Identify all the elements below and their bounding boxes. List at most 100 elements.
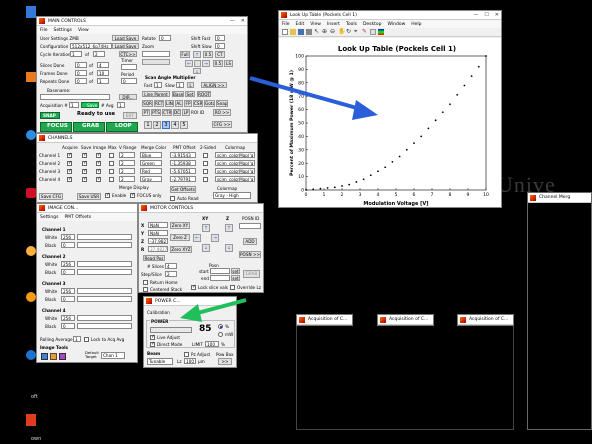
beam-select[interactable]: Tunable (147, 358, 173, 365)
y-field[interactable]: NaN (148, 230, 168, 236)
roi-sqr[interactable]: SQR (142, 100, 153, 107)
close-icon[interactable]: ✕ (241, 18, 245, 24)
z-down-button[interactable]: ↓ (225, 244, 233, 252)
black-slider[interactable] (77, 242, 132, 248)
page-button-1[interactable]: 1 (144, 121, 152, 129)
save-checkbox[interactable] (82, 176, 87, 182)
save-cfg-button[interactable]: Save CFG (39, 193, 63, 200)
black-slider[interactable] (77, 323, 132, 329)
roi-rct[interactable]: RCT (154, 100, 164, 107)
zoom-button-05b[interactable]: 0.5 (213, 60, 223, 67)
left-button[interactable]: ← (185, 60, 193, 67)
rotate-icon[interactable]: ↻ (346, 29, 352, 35)
vrange-select[interactable]: 2 (119, 152, 135, 158)
pow-box-more-button[interactable]: >> (218, 358, 232, 365)
desktop-icon[interactable] (26, 72, 36, 82)
calibration-menu[interactable]: Calibration (147, 310, 170, 315)
mw-radio[interactable] (218, 332, 223, 337)
acquisition-window-1[interactable]: Acquisition of C... (296, 314, 353, 326)
menu-pmt-offsets[interactable]: PMT Offsets (64, 215, 91, 220)
roi-al[interactable]: AL (175, 100, 183, 107)
avg-field[interactable]: 1 (117, 102, 125, 108)
slow-field[interactable]: 1 (176, 82, 184, 88)
two-sided-checkbox[interactable] (203, 161, 208, 166)
posn-id-field[interactable] (239, 223, 261, 229)
colormap-field[interactable]: scim_colorMap('g (215, 176, 255, 182)
black-field[interactable]: 0 (61, 323, 75, 329)
colorbar-icon[interactable] (378, 29, 384, 35)
zero-xyz-button[interactable]: Zero XYZ (170, 246, 192, 253)
save-checkbox[interactable] (82, 160, 87, 166)
merge-enable-checkbox[interactable] (105, 192, 110, 198)
black-slider[interactable] (77, 269, 132, 275)
black-field[interactable]: 0 (61, 269, 75, 275)
zero-xy-button[interactable]: Zero XY (170, 222, 190, 229)
acquire-checkbox[interactable] (67, 176, 72, 182)
page-button-3[interactable]: 3 (162, 121, 170, 129)
colormap-field[interactable]: scim_colorMap('g (215, 152, 255, 158)
fast-field[interactable]: 1 (154, 82, 162, 88)
vrange-select[interactable]: 2 (119, 168, 135, 174)
image-checkbox[interactable] (96, 176, 101, 182)
user-settings-load-save[interactable]: Load Save (112, 35, 139, 41)
full-field-button[interactable]: Full (180, 51, 190, 58)
ls-button[interactable]: LS (224, 60, 233, 67)
z2-field[interactable]: 37.9827 (148, 246, 168, 252)
zoom-in-icon[interactable]: ⊕ (322, 29, 328, 35)
image-checkbox[interactable] (96, 168, 101, 174)
menu-view[interactable]: View (78, 28, 89, 33)
legend-icon[interactable] (370, 29, 376, 35)
set-button[interactable]: Set (185, 91, 195, 97)
zoom-out-icon[interactable]: ⊖ (330, 29, 336, 35)
merge-color-select[interactable]: Blue (140, 152, 162, 158)
acquisition-window-2[interactable]: Acquisition of C... (377, 314, 434, 326)
down-button[interactable]: ↓ (193, 68, 201, 74)
pan-icon[interactable]: ✋ (338, 29, 345, 35)
roi-fp[interactable]: FP (184, 100, 192, 107)
configuration-field[interactable]: 512x512_6p74Hz_2ir (70, 43, 112, 49)
roi-lp[interactable]: LP (182, 109, 190, 116)
menu-tools[interactable]: Tools (346, 22, 357, 27)
minimize-icon[interactable]: — (473, 12, 478, 18)
merge-color-select[interactable]: Red (140, 168, 162, 174)
acquire-checkbox[interactable] (67, 152, 72, 158)
focus-only-checkbox[interactable] (130, 192, 135, 198)
zero-z-button[interactable]: Zero Z (170, 234, 190, 241)
zoom-button-05a[interactable]: 0.5 (203, 51, 213, 58)
channel-merge-window[interactable]: Channel Merg (527, 192, 592, 430)
image-checkbox[interactable] (96, 152, 101, 158)
white-slider[interactable] (77, 288, 132, 294)
posn-more-button[interactable]: POSN >> (239, 251, 261, 258)
page-button-4[interactable]: 4 (171, 121, 179, 129)
shift-slow-field[interactable]: 0 (215, 43, 225, 49)
datacursor-icon[interactable]: ⌖ (354, 29, 360, 35)
pmt-offset-field[interactable]: -1.35938 (170, 160, 196, 166)
xy-down-button[interactable]: ↓ (202, 244, 210, 252)
menu-help[interactable]: Help (411, 22, 421, 27)
zoom-button-row[interactable] (142, 59, 170, 65)
xy-right-button[interactable]: → (211, 234, 219, 242)
get-offsets-button[interactable]: Get Offsets (170, 186, 196, 193)
configuration-load-save[interactable]: Load Save (112, 43, 139, 49)
menu-window[interactable]: Window (388, 22, 406, 27)
print-icon[interactable] (306, 29, 312, 35)
max-checkbox[interactable] (109, 169, 114, 174)
lz-field[interactable]: 100 (184, 358, 196, 364)
white-field[interactable]: 256 (61, 288, 75, 294)
basename-field[interactable] (40, 94, 110, 100)
vrange-select[interactable]: 2 (119, 176, 135, 182)
image-tools-icon-3[interactable] (59, 353, 66, 360)
base-button[interactable]: Base (172, 91, 184, 97)
acquisition-field[interactable]: 1 (69, 102, 79, 108)
align-button[interactable]: ALIGN >> (201, 82, 227, 88)
roi-ctr[interactable]: CTR (162, 109, 172, 116)
cycle-iteration-field[interactable]: 1 (70, 51, 82, 57)
black-field[interactable]: 0 (61, 296, 75, 302)
centered-stack-checkbox[interactable] (143, 287, 148, 292)
roi-more-button[interactable]: RO >> (213, 109, 231, 116)
desktop-icon[interactable] (26, 6, 36, 18)
menu-file[interactable]: File (282, 22, 290, 27)
black-slider[interactable] (77, 296, 132, 302)
main-controls-window[interactable]: MAIN CONTROLS — ✕ File Settings View User… (36, 16, 248, 133)
page-button-2[interactable]: 2 (153, 121, 161, 129)
